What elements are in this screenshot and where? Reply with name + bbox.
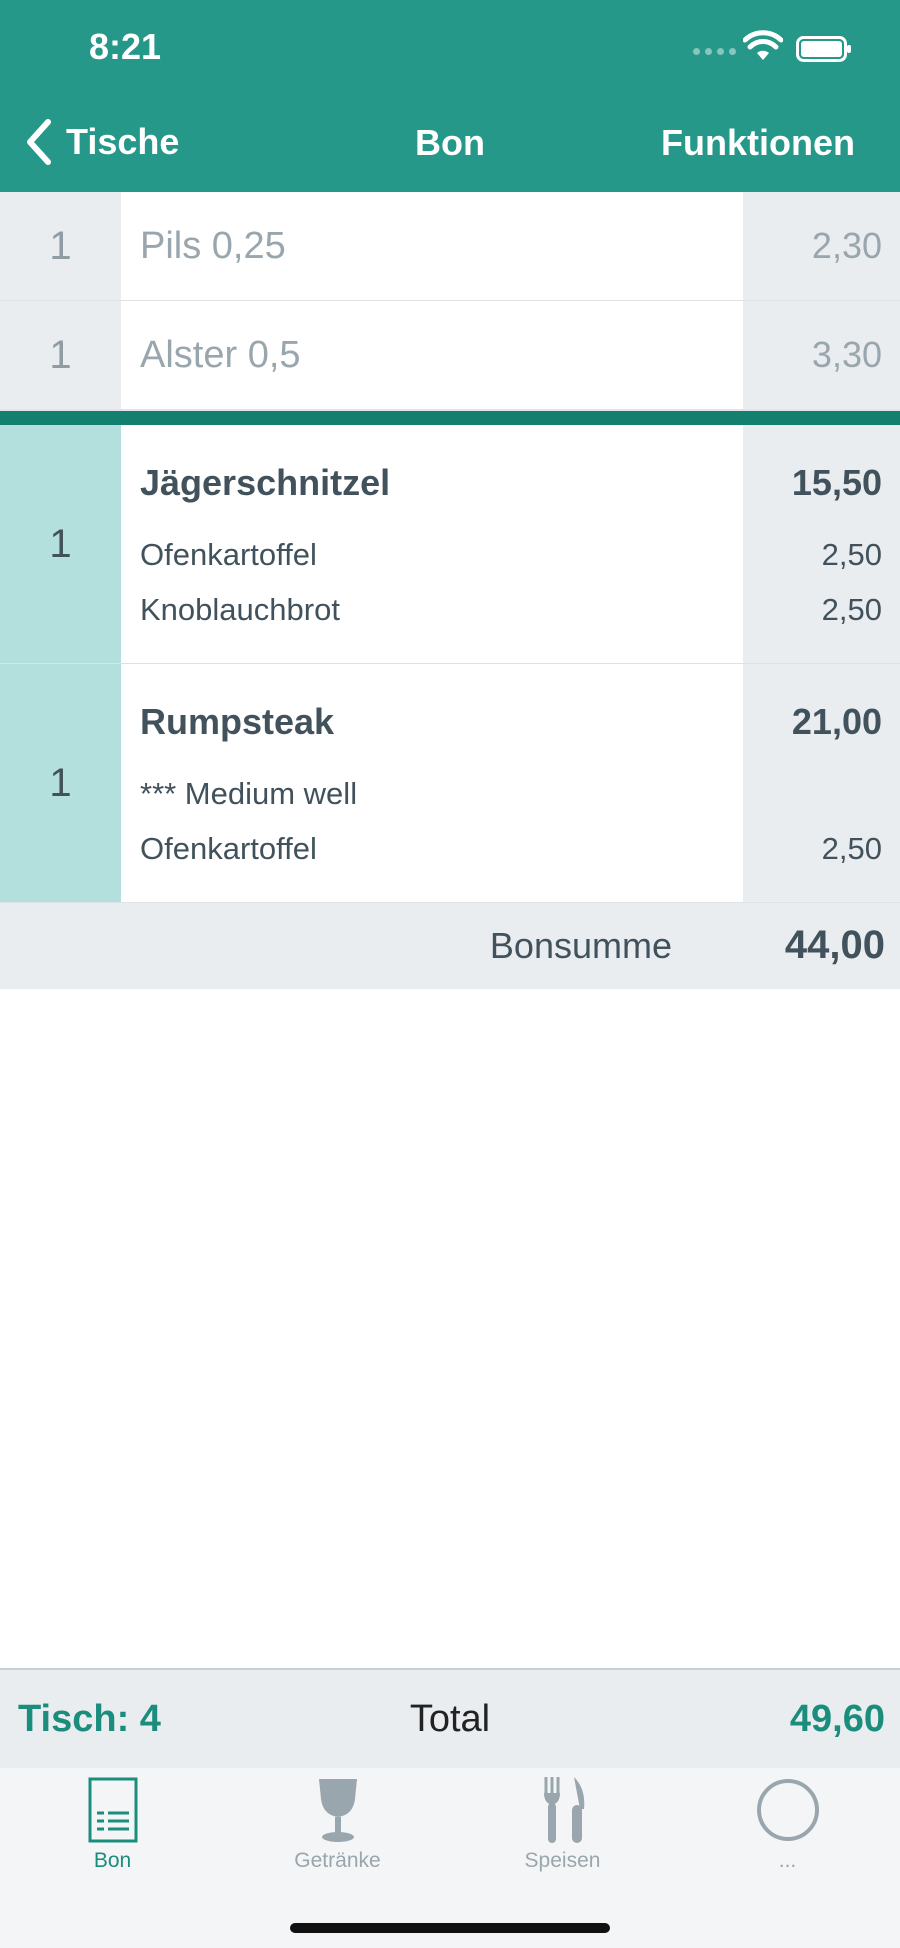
tab-getraenke[interactable]: Getränke [225, 1768, 450, 1888]
order-row[interactable]: 1 Jägerschnitzel Ofenkartoffel Knoblauch… [0, 425, 900, 664]
item-price: 3,30 [743, 301, 900, 409]
circle-icon [756, 1779, 819, 1841]
item-extra: Ofenkartoffel [140, 537, 317, 572]
item-name: Alster 0,5 [121, 301, 743, 409]
battery-icon [796, 36, 851, 62]
status-time: 8:21 [89, 26, 162, 67]
item-quantity: 1 [0, 192, 121, 300]
item-price: 2,30 [743, 192, 900, 300]
item-name: Rumpsteak [140, 701, 335, 742]
receipt-icon [88, 1777, 137, 1843]
item-quantity: 1 [0, 664, 121, 902]
cellular-signal-icon [693, 48, 736, 55]
item-extra: Knoblauchbrot [140, 592, 340, 627]
table-label: Tisch: [18, 1698, 130, 1740]
tab-label: Getränke [294, 1849, 381, 1872]
item-extra-price: 2,50 [821, 537, 882, 572]
tab-speisen[interactable]: Speisen [450, 1768, 675, 1888]
chevron-left-icon [27, 119, 51, 165]
item-price: 21,00 [791, 701, 882, 742]
order-row[interactable]: 1 Alster 0,5 3,30 [0, 301, 900, 409]
bon-sum-value: 44,00 [784, 923, 885, 967]
fork-knife-icon [543, 1777, 584, 1843]
wifi-icon [743, 30, 783, 60]
page-title: Bon [415, 122, 485, 163]
wine-glass-icon [318, 1779, 357, 1842]
item-extra: Ofenkartoffel [140, 831, 317, 866]
tab-bon[interactable]: Bon [0, 1768, 225, 1888]
functions-button[interactable]: Funktionen [661, 122, 855, 164]
item-extra-price: 2,50 [821, 592, 882, 627]
item-extra-price: 2,50 [821, 831, 882, 866]
item-quantity: 1 [0, 301, 121, 409]
total-value: 49,60 [789, 1698, 885, 1740]
total-bar: Tisch: 4 Total 49,60 [0, 1668, 900, 1770]
item-extra-price [743, 766, 882, 821]
back-button-label: Tische [66, 121, 180, 162]
order-list: 1 Pils 0,25 2,30 1 Alster 0,5 3,30 1 Jäg… [0, 192, 900, 902]
item-name: Pils 0,25 [121, 192, 743, 300]
back-button[interactable]: Tische [22, 118, 179, 166]
item-extra: *** Medium well [140, 776, 358, 811]
item-price: 15,50 [791, 462, 882, 503]
tab-label: Speisen [524, 1849, 601, 1872]
tab-bar: Bon Getränke Speisen ... [0, 1768, 900, 1948]
bon-sum-row: Bonsumme 44,00 [0, 902, 900, 989]
order-row[interactable]: 1 Pils 0,25 2,30 [0, 192, 900, 301]
bon-sum-label: Bonsumme [489, 925, 672, 966]
nav-header: 8:21 Tische Bon Funktionen [0, 0, 900, 192]
item-name: Jägerschnitzel [140, 462, 391, 503]
table-value: 4 [139, 1698, 161, 1740]
table-number: Tisch: 4 [18, 1698, 161, 1741]
tab-label: Bon [93, 1849, 132, 1872]
order-row[interactable]: 1 Rumpsteak *** Medium well Ofenkartoffe… [0, 664, 900, 902]
item-quantity: 1 [0, 425, 121, 663]
tab-more[interactable]: ... [675, 1768, 900, 1888]
home-indicator [290, 1923, 610, 1933]
tab-label: ... [778, 1849, 797, 1872]
course-divider [0, 409, 900, 425]
